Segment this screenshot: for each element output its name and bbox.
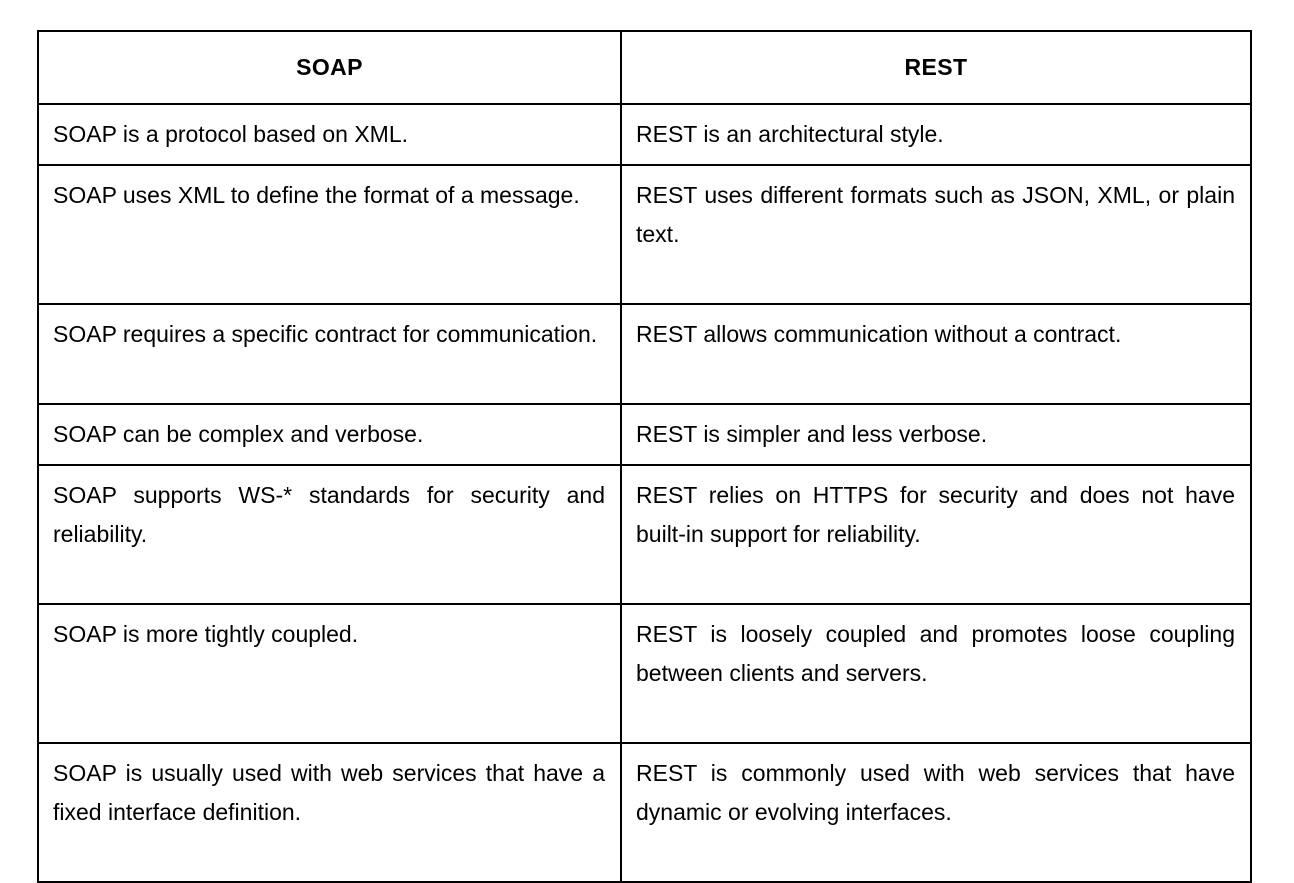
cell-rest-text: REST relies on HTTPS for security and do… [636,482,1235,547]
cell-soap: SOAP uses XML to define the format of a … [37,164,622,305]
cell-rest: REST allows communication without a cont… [620,303,1252,405]
cell-soap-text: SOAP is a protocol based on XML. [53,121,408,147]
cell-rest: REST uses different formats such as JSON… [620,164,1252,305]
cell-rest: REST is an architectural style. [620,103,1252,166]
cell-soap-text: SOAP uses XML to define the format of a … [53,182,580,208]
cell-rest-text: REST is loosely coupled and promotes loo… [636,621,1235,686]
table-row: SOAP is more tightly coupled. REST is lo… [37,603,1252,744]
cell-rest: REST is commonly used with web services … [620,742,1252,883]
cell-rest: REST is loosely coupled and promotes loo… [620,603,1252,744]
table-row: SOAP uses XML to define the format of a … [37,164,1252,305]
soap-vs-rest-comparison-table: SOAP REST SOAP is a protocol based on XM… [37,30,1252,883]
cell-soap-text: SOAP is usually used with web services t… [53,760,605,825]
page-root: SOAP REST SOAP is a protocol based on XM… [0,0,1294,883]
table-header: SOAP REST [37,30,1252,105]
cell-soap-text: SOAP can be complex and verbose. [53,421,424,447]
table-row: SOAP supports WS-* standards for securit… [37,464,1252,605]
cell-rest-text: REST is an architectural style. [636,121,944,147]
cell-rest-text: REST uses different formats such as JSON… [636,182,1235,247]
cell-rest: REST is simpler and less verbose. [620,403,1252,466]
table-row: SOAP requires a specific contract for co… [37,303,1252,405]
table-body: SOAP is a protocol based on XML. REST is… [37,103,1252,883]
column-header-rest: REST [620,30,1252,105]
cell-soap: SOAP is a protocol based on XML. [37,103,622,166]
cell-rest: REST relies on HTTPS for security and do… [620,464,1252,605]
column-header-soap: SOAP [37,30,622,105]
cell-soap: SOAP is usually used with web services t… [37,742,622,883]
cell-soap: SOAP supports WS-* standards for securit… [37,464,622,605]
cell-soap: SOAP can be complex and verbose. [37,403,622,466]
cell-rest-text: REST is simpler and less verbose. [636,421,988,447]
cell-soap-text: SOAP is more tightly coupled. [53,621,359,647]
table-row: SOAP is a protocol based on XML. REST is… [37,103,1252,166]
cell-soap-text: SOAP supports WS-* standards for securit… [53,482,605,547]
table-row: SOAP is usually used with web services t… [37,742,1252,883]
table-header-row: SOAP REST [37,30,1252,105]
cell-soap: SOAP requires a specific contract for co… [37,303,622,405]
cell-rest-text: REST is commonly used with web services … [636,760,1235,825]
cell-rest-text: REST allows communication without a cont… [636,321,1122,347]
cell-soap: SOAP is more tightly coupled. [37,603,622,744]
table-row: SOAP can be complex and verbose. REST is… [37,403,1252,466]
cell-soap-text: SOAP requires a specific contract for co… [53,321,598,347]
